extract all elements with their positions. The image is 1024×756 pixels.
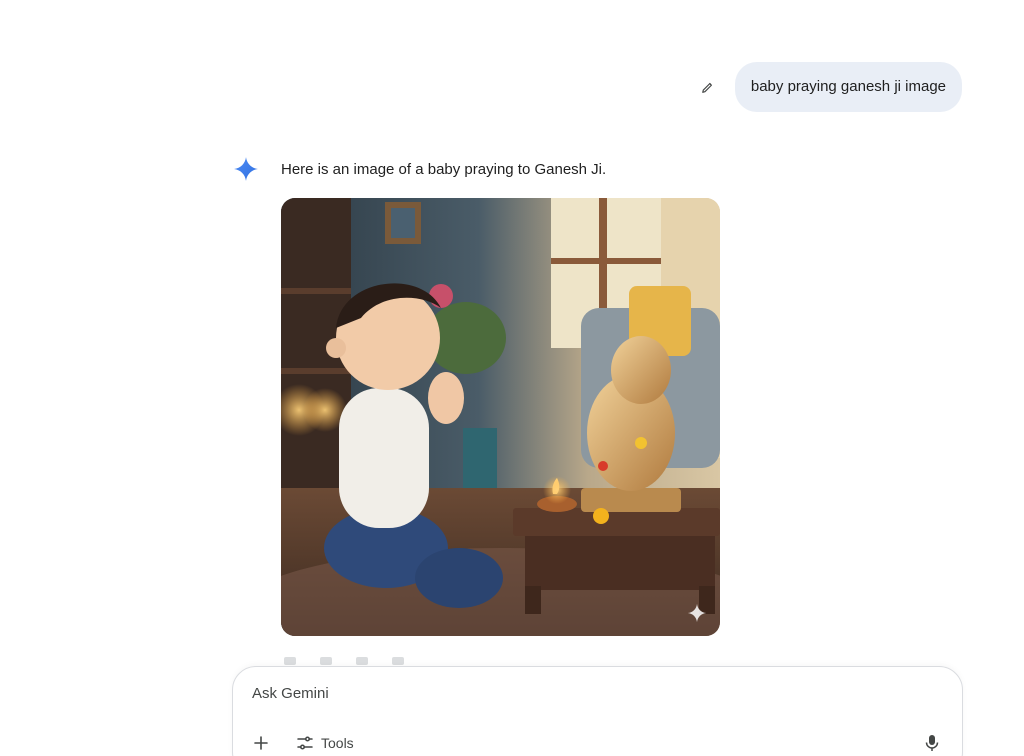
tools-button[interactable]: Tools — [297, 731, 354, 755]
thumbs-up-icon[interactable] — [281, 652, 299, 665]
sparkle-watermark-icon — [687, 603, 707, 623]
thumbs-down-icon[interactable] — [317, 652, 335, 665]
gemini-sparkle-icon — [234, 157, 258, 181]
prompt-input[interactable]: Ask Gemini — [252, 685, 329, 702]
image-scene — [281, 198, 720, 636]
microphone-icon — [925, 735, 939, 751]
generated-image[interactable] — [281, 198, 720, 636]
share-icon[interactable] — [353, 652, 371, 665]
response-text: Here is an image of a baby praying to Ga… — [281, 161, 607, 178]
response-actions — [281, 652, 407, 665]
tools-label: Tools — [321, 735, 354, 751]
add-button[interactable] — [249, 731, 273, 755]
more-icon[interactable] — [389, 652, 407, 665]
pencil-icon[interactable] — [697, 76, 719, 98]
tools-sliders-icon — [297, 736, 313, 750]
plus-icon — [254, 736, 268, 750]
user-message-row: baby praying ganesh ji image — [697, 62, 962, 112]
prompt-input-box[interactable]: Ask Gemini Tools — [232, 666, 963, 756]
user-prompt-bubble: baby praying ganesh ji image — [734, 62, 962, 112]
microphone-button[interactable] — [920, 731, 944, 755]
